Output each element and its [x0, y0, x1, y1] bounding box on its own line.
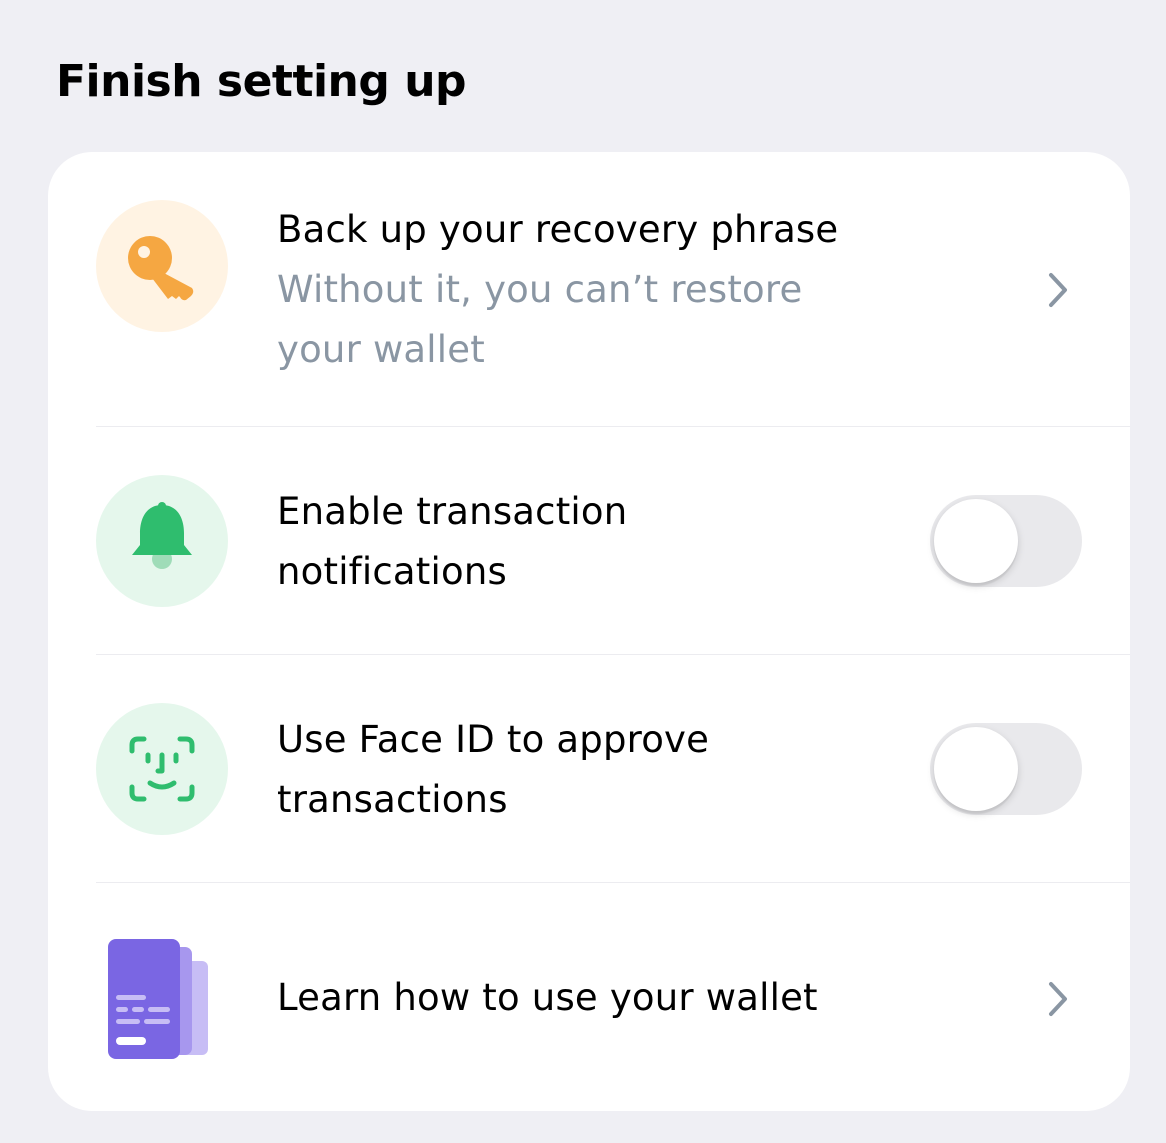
learn-wallet-row[interactable]: Learn how to use your wallet	[48, 883, 1130, 1111]
face-id-text: Use Face ID to approve transactions	[277, 710, 917, 830]
backup-phrase-row[interactable]: Back up your recovery phrase Without it,…	[48, 152, 1130, 426]
notifications-toggle[interactable]	[930, 495, 1082, 587]
setup-card: Back up your recovery phrase Without it,…	[48, 152, 1130, 1111]
learn-wallet-text: Learn how to use your wallet	[277, 968, 917, 1028]
notifications-title-line2: notifications	[277, 550, 507, 593]
learn-wallet-title: Learn how to use your wallet	[277, 976, 818, 1019]
bell-icon	[132, 502, 192, 569]
face-id-title-line1: Use Face ID to approve	[277, 718, 710, 761]
chevron-right-icon	[1049, 273, 1067, 307]
toggle-knob	[934, 499, 1018, 583]
section-title: Finish setting up	[56, 56, 467, 107]
notifications-title-line1: Enable transaction	[277, 490, 628, 533]
bell-icon-badge	[96, 475, 228, 607]
notifications-row: Enable transaction notifications	[48, 427, 1130, 654]
guide-cards-icon	[108, 939, 208, 1059]
face-id-toggle[interactable]	[930, 723, 1082, 815]
face-id-row: Use Face ID to approve transactions	[48, 655, 1130, 882]
toggle-knob	[934, 727, 1018, 811]
backup-phrase-subtitle-line2: your wallet	[277, 328, 485, 371]
face-id-icon	[129, 736, 195, 802]
backup-phrase-title: Back up your recovery phrase	[277, 208, 839, 251]
notifications-text: Enable transaction notifications	[277, 482, 917, 602]
face-id-title-line2: transactions	[277, 778, 508, 821]
chevron-right-icon	[1049, 982, 1067, 1016]
key-icon	[128, 236, 194, 301]
face-id-icon-badge	[96, 703, 228, 835]
backup-phrase-subtitle-line1: Without it, you can’t restore	[277, 268, 803, 311]
backup-phrase-text: Back up your recovery phrase Without it,…	[277, 200, 917, 380]
key-icon-badge	[96, 200, 228, 332]
